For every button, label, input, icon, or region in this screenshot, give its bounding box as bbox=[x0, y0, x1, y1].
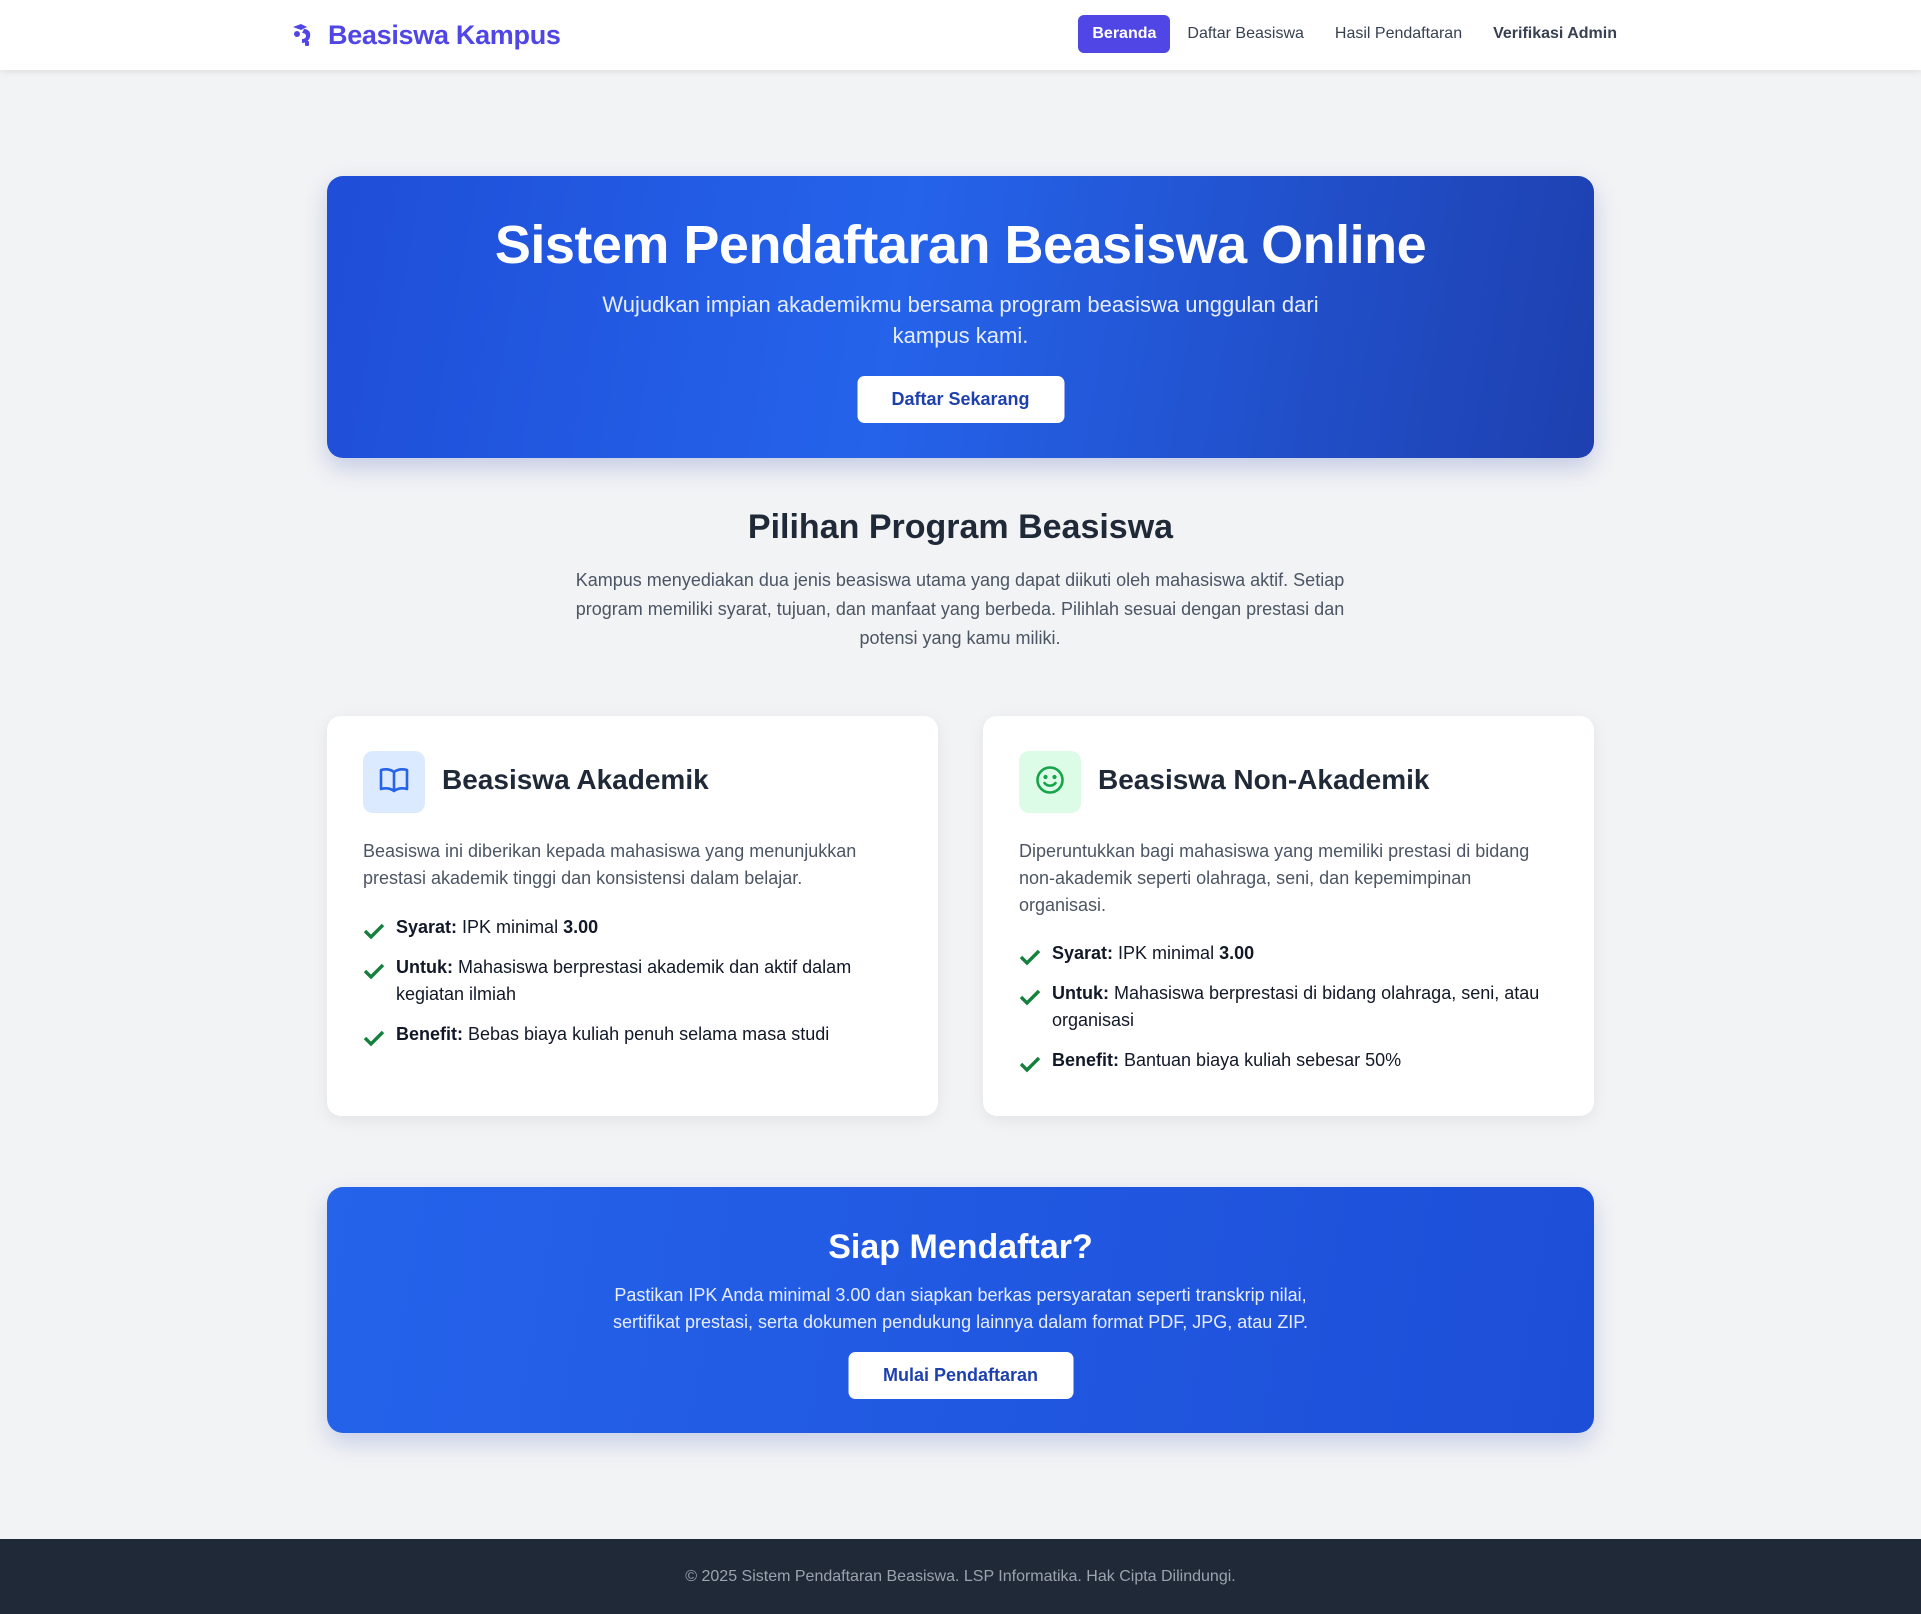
nav-item-beranda[interactable]: Beranda bbox=[1078, 15, 1171, 53]
main-nav: Beranda Daftar Beasiswa Hasil Pendaftara… bbox=[1075, 15, 1631, 53]
item-label: Untuk: bbox=[396, 957, 458, 977]
item-text: IPK minimal bbox=[1118, 943, 1220, 963]
card-title: Beasiswa Akademik bbox=[442, 764, 709, 795]
nav-item-verifikasi-admin[interactable]: Verifikasi Admin bbox=[1479, 15, 1631, 53]
card-title: Beasiswa Non-Akademik bbox=[1098, 764, 1430, 795]
card-description: Diperuntukkan bagi mahasiswa yang memili… bbox=[1019, 841, 1530, 915]
item-text: Mahasiswa berprestasi di bidang olahraga… bbox=[1052, 983, 1540, 1030]
list-item: Benefit: Bantuan biaya kuliah sebesar 50… bbox=[1019, 1047, 1564, 1074]
card-beasiswa-akademik: Beasiswa Akademik Beasiswa ini diberikan… bbox=[327, 716, 938, 1116]
item-label: Untuk: bbox=[1052, 983, 1114, 1003]
list-item: Syarat: IPK minimal 3.00 bbox=[1019, 940, 1564, 967]
smile-face-icon bbox=[1035, 765, 1065, 800]
checkmark-icon bbox=[1019, 987, 1041, 1006]
cta-description: Pastikan IPK Anda minimal 3.00 dan siapk… bbox=[612, 1285, 1308, 1332]
item-label: Benefit: bbox=[396, 1024, 468, 1044]
card-icon-container bbox=[1019, 751, 1081, 813]
list-item: Untuk: Mahasiswa berprestasi akademik da… bbox=[363, 954, 908, 1008]
checkmark-icon bbox=[363, 961, 385, 980]
daftar-sekarang-button[interactable]: Daftar Sekarang bbox=[857, 376, 1064, 423]
nav-item-hasil-pendaftaran[interactable]: Hasil Pendaftaran bbox=[1321, 15, 1476, 53]
hero-banner: Sistem Pendaftaran Beasiswa Online Wujud… bbox=[327, 176, 1594, 458]
card-description: Beasiswa ini diberikan kepada mahasiswa … bbox=[363, 841, 857, 888]
item-label: Syarat: bbox=[396, 917, 463, 937]
card-feature-list: Syarat: IPK minimal 3.00 Untuk: Mahasisw… bbox=[363, 914, 908, 1061]
mulai-pendaftaran-button[interactable]: Mulai Pendaftaran bbox=[848, 1352, 1073, 1399]
card-beasiswa-non-akademik: Beasiswa Non-Akademik Diperuntukkan bagi… bbox=[983, 716, 1594, 1116]
graduation-hand-icon bbox=[290, 22, 314, 48]
card-feature-list: Syarat: IPK minimal 3.00 Untuk: Mahasisw… bbox=[1019, 940, 1564, 1087]
checkmark-icon bbox=[1019, 947, 1041, 966]
hero-subtitle: Wujudkan impian akademikmu bersama progr… bbox=[602, 292, 1319, 348]
item-value: 3.00 bbox=[1219, 943, 1255, 963]
list-item: Benefit: Bebas biaya kuliah penuh selama… bbox=[363, 1021, 908, 1048]
list-item: Syarat: IPK minimal 3.00 bbox=[363, 914, 908, 941]
item-text: Bantuan biaya kuliah sebesar 50% bbox=[1124, 1050, 1402, 1070]
cta-title: Siap Mendaftar? bbox=[828, 1228, 1093, 1266]
cta-banner: Siap Mendaftar? Pastikan IPK Anda minima… bbox=[327, 1187, 1594, 1433]
hero-title: Sistem Pendaftaran Beasiswa Online bbox=[494, 215, 1427, 275]
book-open-icon bbox=[379, 767, 409, 798]
nav-item-daftar-beasiswa[interactable]: Daftar Beasiswa bbox=[1173, 15, 1318, 53]
programs-description: Kampus menyediakan dua jenis beasiswa ut… bbox=[575, 570, 1345, 648]
footer: © 2025 Sistem Pendaftaran Beasiswa. LSP … bbox=[0, 1539, 1921, 1614]
programs-title: Pilihan Program Beasiswa bbox=[747, 508, 1174, 546]
footer-copyright: © 2025 Sistem Pendaftaran Beasiswa. LSP … bbox=[685, 1567, 1236, 1585]
checkmark-icon bbox=[1019, 1054, 1041, 1073]
item-label: Syarat: bbox=[1052, 943, 1119, 963]
list-item: Untuk: Mahasiswa berprestasi di bidang o… bbox=[1019, 980, 1564, 1034]
checkmark-icon bbox=[363, 921, 385, 940]
item-text: Mahasiswa berprestasi akademik dan aktif… bbox=[396, 957, 852, 1004]
brand-name: Beasiswa Kampus bbox=[328, 19, 561, 50]
item-label: Benefit: bbox=[1052, 1050, 1124, 1070]
card-icon-container bbox=[363, 751, 425, 813]
brand-logo[interactable]: Beasiswa Kampus bbox=[290, 17, 561, 53]
item-value: 3.00 bbox=[563, 917, 599, 937]
item-text: Bebas biaya kuliah penuh selama masa stu… bbox=[468, 1024, 830, 1044]
checkmark-icon bbox=[363, 1028, 385, 1047]
navbar: Beasiswa Kampus Beranda Daftar Beasiswa … bbox=[0, 0, 1921, 70]
item-text: IPK minimal bbox=[462, 917, 564, 937]
